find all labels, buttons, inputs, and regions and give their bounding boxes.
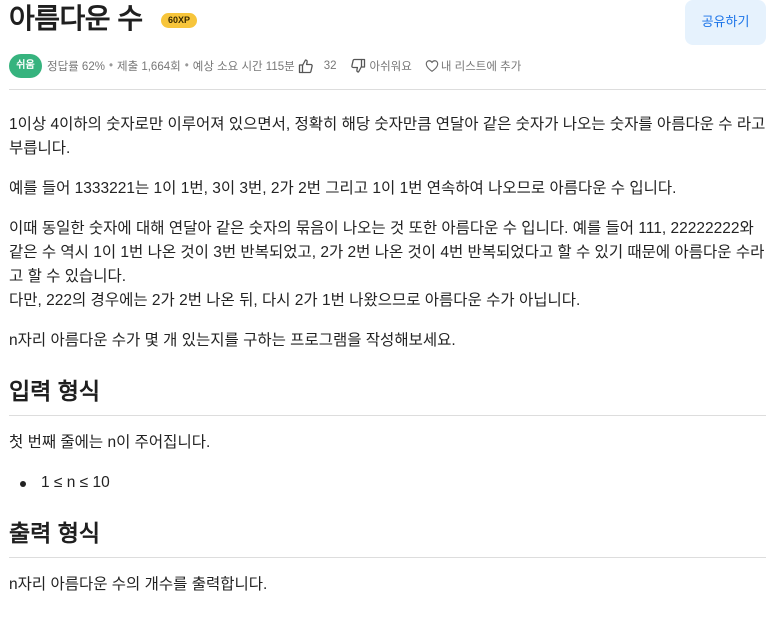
heart-icon [425,59,439,73]
constraint-text: 1 ≤ n ≤ 10 [41,474,110,491]
separator-dot: • [184,60,189,72]
problem-header: 아름다운 수 60XP 공유하기 [9,0,766,45]
input-format-text: 첫 번째 줄에는 n이 주어집니다. [9,434,211,451]
dislike-button[interactable]: 아쉬워요 [350,58,412,74]
add-to-list-label: 내 리스트에 추가 [440,61,522,73]
difficulty-badge: 쉬움 [9,54,42,78]
output-format-heading: 출력 형식 [9,520,101,546]
problem-title: 아름다운 수 [9,3,143,34]
description-paragraph: n자리 아름다운 수가 몇 개 있는지를 구하는 프로그램을 작성해보세요. [9,332,456,349]
constraint-list-item: 1 ≤ n ≤ 10 [20,472,110,494]
section-divider [9,415,766,416]
description-paragraph: 다만, 222의 경우에는 2가 2번 나온 뒤, 다시 2가 1번 나왔으므로… [9,292,581,309]
description-paragraph: 이때 동일한 숫자에 대해 연달아 같은 숫자의 묶음이 나오는 것 또한 아름… [9,220,765,285]
description-paragraph: 1이상 4이하의 숫자로만 이루어져 있으면서, 정확히 해당 숫자만큼 연달아… [9,116,766,157]
submission-count: 제출 1,664회 [116,61,181,73]
share-button[interactable]: 공유하기 [685,0,766,45]
thumbs-up-icon [298,58,314,74]
xp-badge: 60XP [161,13,198,28]
add-to-list-button[interactable]: 내 리스트에 추가 [425,58,521,74]
problem-page: 아름다운 수 60XP 공유하기 쉬움 정답률 62% • 제출 1,664회 … [9,0,766,593]
description-paragraph: 예를 들어 1333221는 1이 1번, 3이 3번, 2가 2번 그리고 1… [9,180,677,197]
problem-meta: 쉬움 정답률 62% • 제출 1,664회 • 예상 소요 시간 115분 3… [9,54,521,78]
input-format-heading: 입력 형식 [9,378,101,404]
dislike-label: 아쉬워요 [369,61,412,73]
thumbs-down-icon [350,58,366,74]
output-format-text: n자리 아름다운 수의 개수를 출력합니다. [9,576,268,593]
section-divider [9,557,766,558]
like-count: 32 [323,60,337,72]
separator-dot: • [108,60,113,72]
accuracy-rate: 정답률 62% [47,61,105,73]
header-divider [9,89,766,90]
like-button[interactable]: 32 [298,58,337,74]
estimated-time: 예상 소요 시간 115분 [192,61,295,73]
